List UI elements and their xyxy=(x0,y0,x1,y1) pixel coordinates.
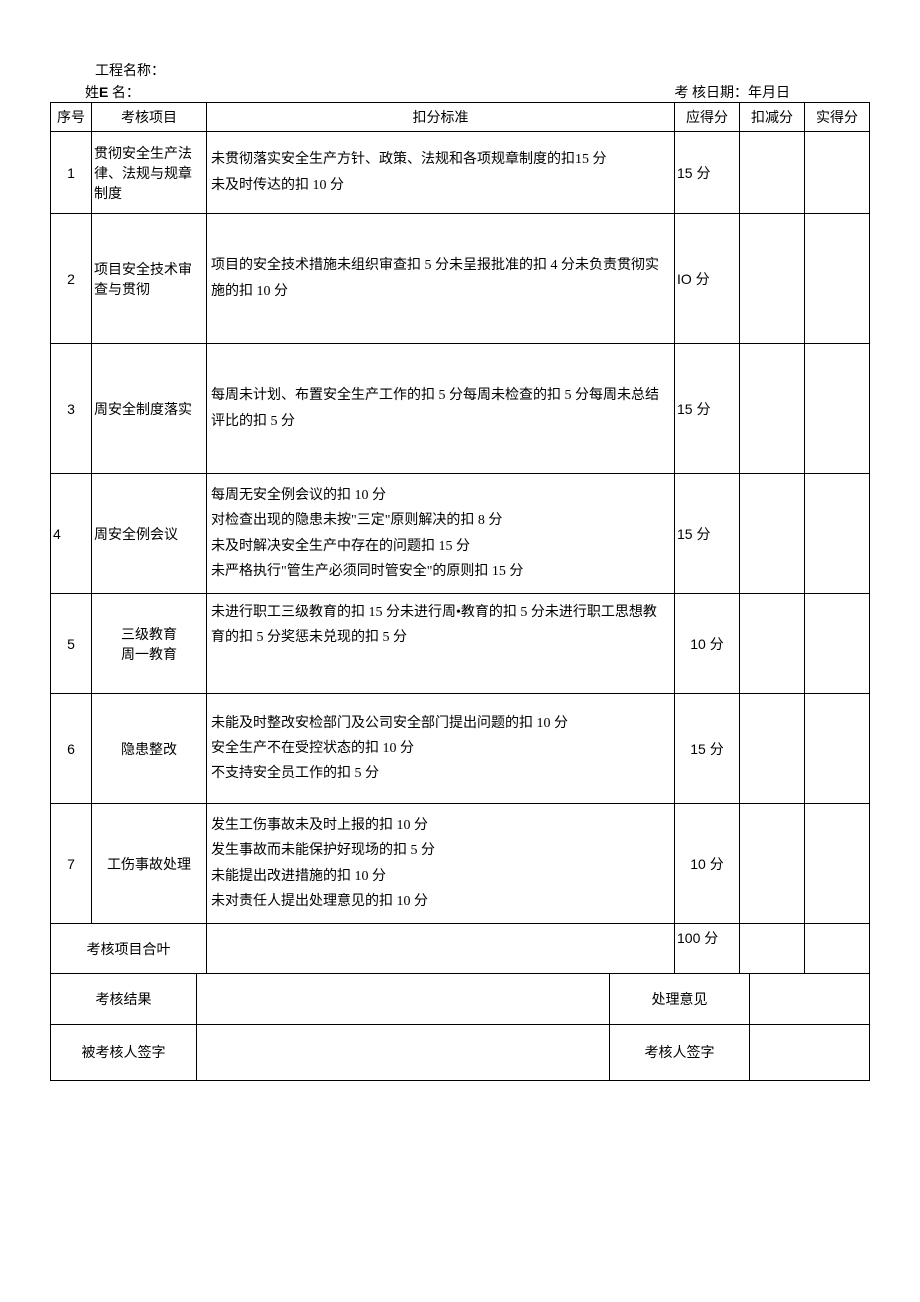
row-actual xyxy=(805,344,870,474)
header-row-2: 姓E 名： 考 核日期：年月日 xyxy=(85,82,870,102)
row-standard: 项目的安全技术措施未组织审查扣 5 分未呈报批准的扣 4 分未负责贯彻实施的扣 … xyxy=(207,214,675,344)
col-header-standard: 扣分标准 xyxy=(207,103,675,132)
project-name-label: 工程名称： xyxy=(95,60,870,80)
row-should: 10 分 xyxy=(675,594,740,694)
table-row: 7 工伤事故处理 发生工伤事故未及时上报的扣 10 分发生事故而未能保护好现场的… xyxy=(51,804,870,924)
total-label: 考核项目合叶 xyxy=(51,924,207,974)
row-standard: 每周未计划、布置安全生产工作的扣 5 分每周未检查的扣 5 分每周未总结评比的扣… xyxy=(207,344,675,474)
row-deduct xyxy=(740,594,805,694)
row-num: 1 xyxy=(51,132,92,214)
row-deduct xyxy=(740,804,805,924)
assessor-value xyxy=(750,1024,870,1080)
row-actual xyxy=(805,214,870,344)
table-header-row: 序号 考核项目 扣分标准 应得分 扣减分 实得分 xyxy=(51,103,870,132)
row-item: 周安全例会议 xyxy=(92,474,207,594)
row-should: 10 分 xyxy=(675,804,740,924)
row-actual xyxy=(805,474,870,594)
row-item: 三级教育周一教育 xyxy=(92,594,207,694)
name-label-e: E xyxy=(99,84,108,100)
assessor-label: 考核人签字 xyxy=(610,1024,750,1080)
row-should: 15 分 xyxy=(675,694,740,804)
col-header-num: 序号 xyxy=(51,103,92,132)
row-num: 6 xyxy=(51,694,92,804)
date-label-prefix: 考 xyxy=(675,86,689,101)
result-label: 考核结果 xyxy=(51,974,197,1024)
result-value xyxy=(197,974,610,1024)
row-actual xyxy=(805,594,870,694)
row-standard: 每周无安全例会议的扣 10 分对检查出现的隐患未按"三定"原则解决的扣 8 分未… xyxy=(207,474,675,594)
row-standard: 未能及时整改安检部门及公司安全部门提出问题的扣 10 分安全生产不在受控状态的扣… xyxy=(207,694,675,804)
total-actual xyxy=(805,924,870,974)
table-row: 6 隐患整改 未能及时整改安检部门及公司安全部门提出问题的扣 10 分安全生产不… xyxy=(51,694,870,804)
assessment-table: 序号 考核项目 扣分标准 应得分 扣减分 实得分 1 贯彻安全生产法律、法规与规… xyxy=(50,102,870,974)
row-actual xyxy=(805,804,870,924)
table-row: 4 周安全例会议 每周无安全例会议的扣 10 分对检查出现的隐患未按"三定"原则… xyxy=(51,474,870,594)
total-std xyxy=(207,924,675,974)
row-num: 4 xyxy=(51,474,92,594)
row-standard: 未进行职工三级教育的扣 15 分未进行周•教育的扣 5 分未进行职工思想教育的扣… xyxy=(207,594,675,694)
opinion-value xyxy=(750,974,870,1024)
row-item: 隐患整改 xyxy=(92,694,207,804)
table-row: 3 周安全制度落实 每周未计划、布置安全生产工作的扣 5 分每周未检查的扣 5 … xyxy=(51,344,870,474)
row-deduct xyxy=(740,344,805,474)
opinion-label: 处理意见 xyxy=(610,974,750,1024)
row-num: 7 xyxy=(51,804,92,924)
row-deduct xyxy=(740,132,805,214)
row-actual xyxy=(805,694,870,804)
row-deduct xyxy=(740,694,805,804)
col-header-actual: 实得分 xyxy=(805,103,870,132)
row-deduct xyxy=(740,474,805,594)
row-item: 周安全制度落实 xyxy=(92,344,207,474)
footer-table: 考核结果 处理意见 被考核人签字 考核人签字 xyxy=(50,974,870,1081)
assessee-value xyxy=(197,1024,610,1080)
row-num: 5 xyxy=(51,594,92,694)
result-row: 考核结果 处理意见 xyxy=(51,974,870,1024)
total-row: 考核项目合叶 100 分 xyxy=(51,924,870,974)
table-row: 2 项目安全技术审查与贯彻 项目的安全技术措施未组织审查扣 5 分未呈报批准的扣… xyxy=(51,214,870,344)
row-standard: 发生工伤事故未及时上报的扣 10 分发生事故而未能保护好现场的扣 5 分未能提出… xyxy=(207,804,675,924)
table-row: 1 贯彻安全生产法律、法规与规章制度 未贯彻落实安全生产方针、政策、法规和各项规… xyxy=(51,132,870,214)
row-should: 15 分 xyxy=(675,474,740,594)
row-item: 工伤事故处理 xyxy=(92,804,207,924)
row-should: 15 分 xyxy=(675,132,740,214)
name-label-suffix: 名： xyxy=(108,86,140,101)
row-deduct xyxy=(740,214,805,344)
row-item: 贯彻安全生产法律、法规与规章制度 xyxy=(92,132,207,214)
name-label-prefix: 姓 xyxy=(85,86,99,101)
sign-row: 被考核人签字 考核人签字 xyxy=(51,1024,870,1080)
row-actual xyxy=(805,132,870,214)
assessee-label: 被考核人签字 xyxy=(51,1024,197,1080)
col-header-should: 应得分 xyxy=(675,103,740,132)
date-label-suffix: 核日期：年月日 xyxy=(692,86,790,101)
total-value: 100 分 xyxy=(675,924,740,974)
row-item: 项目安全技术审查与贯彻 xyxy=(92,214,207,344)
total-deduct xyxy=(740,924,805,974)
row-num: 2 xyxy=(51,214,92,344)
table-row: 5 三级教育周一教育 未进行职工三级教育的扣 15 分未进行周•教育的扣 5 分… xyxy=(51,594,870,694)
row-should: 15 分 xyxy=(675,344,740,474)
col-header-deduct: 扣减分 xyxy=(740,103,805,132)
row-standard: 未贯彻落实安全生产方针、政策、法规和各项规章制度的扣15 分未及时传达的扣 10… xyxy=(207,132,675,214)
col-header-item: 考核项目 xyxy=(92,103,207,132)
row-num: 3 xyxy=(51,344,92,474)
row-should: IO 分 xyxy=(675,214,740,344)
